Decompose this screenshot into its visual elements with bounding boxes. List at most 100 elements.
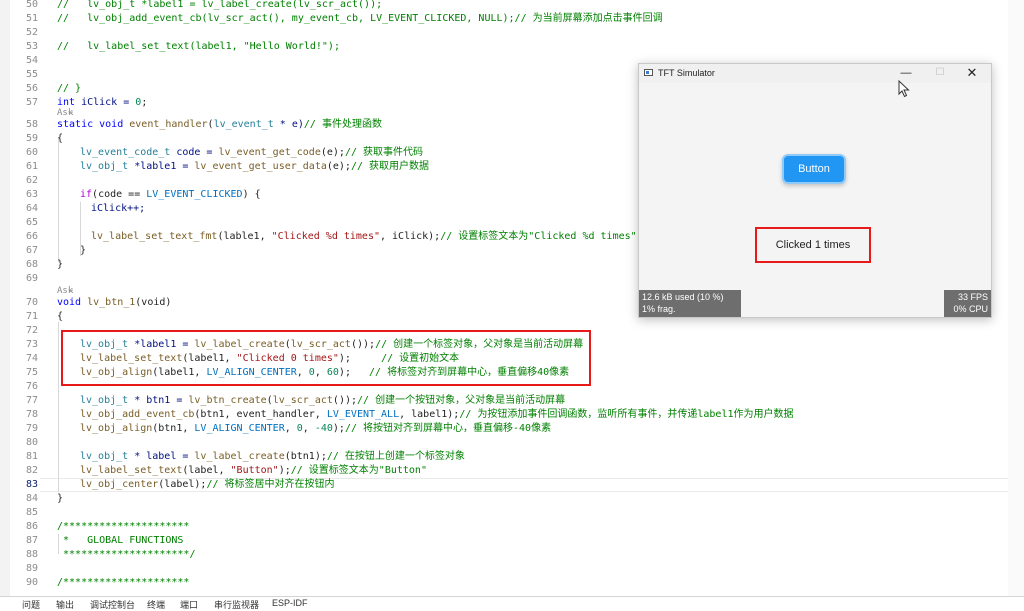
code-line[interactable]: 82 lv_label_set_text(label, "Button");// … bbox=[0, 464, 1024, 478]
line-number: 80 bbox=[25, 437, 38, 448]
code-line[interactable]: 78 lv_obj_add_event_cb(btn1, event_handle… bbox=[0, 408, 1024, 422]
code-line[interactable]: 88 *********************/ bbox=[0, 548, 1024, 562]
line-code: } bbox=[57, 493, 64, 504]
line-code: lv_event_code_t code = lv_event_get_code… bbox=[80, 147, 423, 158]
line-number: 76 bbox=[25, 381, 38, 392]
code-line[interactable]: 52 bbox=[0, 26, 1024, 40]
line-number: 56 bbox=[25, 83, 38, 94]
tab-serial-monitor[interactable]: 串行监视器 bbox=[214, 598, 259, 611]
code-line[interactable]: 86 /********************* bbox=[0, 520, 1024, 534]
panel-tab-bar: 问题 输出 调试控制台 终端 端口 串行监视器 ESP-IDF bbox=[0, 596, 1024, 611]
line-code: } bbox=[80, 245, 87, 256]
line-number: 82 bbox=[25, 465, 38, 476]
line-number: 66 bbox=[25, 231, 38, 242]
line-code: /********************* bbox=[57, 521, 190, 532]
line-number: 81 bbox=[25, 451, 38, 462]
performance-monitor: 33 FPS 0% CPU bbox=[944, 290, 991, 317]
line-number: 68 bbox=[25, 259, 38, 270]
cpu-value: 0% CPU bbox=[953, 304, 988, 314]
line-code: * GLOBAL FUNCTIONS bbox=[57, 535, 184, 546]
window-title: TFT Simulator bbox=[658, 68, 715, 78]
line-code: lv_obj_t * btn1 = lv_btn_create(lv_scr_a… bbox=[80, 395, 566, 406]
tab-output[interactable]: 输出 bbox=[56, 598, 74, 611]
line-number: 90 bbox=[25, 577, 38, 588]
line-number: 61 bbox=[25, 161, 38, 172]
line-code: lv_obj_align(btn1, LV_ALIGN_CENTER, 0, -… bbox=[80, 423, 552, 434]
line-number: 83 bbox=[25, 479, 38, 490]
line-code: { bbox=[57, 311, 64, 322]
line-number: 59 bbox=[25, 133, 38, 144]
line-code: lv_obj_t * label = lv_label_create(btn1)… bbox=[80, 451, 465, 462]
tft-simulator-window[interactable]: TFT Simulator — ☐ ✕ Button Clicked 1 tim… bbox=[638, 63, 992, 318]
code-line[interactable]: 81 lv_obj_t * label = lv_label_create(btn… bbox=[0, 450, 1024, 464]
code-line[interactable]: 80 bbox=[0, 436, 1024, 450]
editor-scrollbar[interactable] bbox=[1008, 0, 1024, 596]
line-number: 54 bbox=[25, 55, 38, 66]
close-button[interactable]: ✕ bbox=[957, 64, 987, 83]
line-code: // lv_obj_t *label1 = lv_label_create(lv… bbox=[57, 0, 383, 10]
line-number: 52 bbox=[25, 27, 38, 38]
code-line[interactable]: 53 // lv_label_set_text(label1, "Hello Wo… bbox=[0, 40, 1024, 54]
code-line[interactable]: 90 /********************* bbox=[0, 576, 1024, 590]
simulator-titlebar[interactable]: TFT Simulator — ☐ ✕ bbox=[639, 64, 991, 83]
line-number: 71 bbox=[25, 311, 38, 322]
line-code: /********************* bbox=[57, 577, 190, 588]
line-code: lv_obj_center(label);// 将标签居中对齐在按钮内 bbox=[80, 479, 335, 490]
line-code: iClick++; bbox=[91, 203, 146, 214]
line-code: lv_obj_add_event_cb(btn1, event_handler,… bbox=[80, 409, 794, 420]
line-number: 65 bbox=[25, 217, 38, 228]
line-number: 60 bbox=[25, 147, 38, 158]
tab-ports[interactable]: 端口 bbox=[180, 598, 198, 611]
line-number: 53 bbox=[25, 41, 38, 52]
fps-value: 33 FPS bbox=[957, 292, 988, 302]
line-number: 85 bbox=[25, 507, 38, 518]
line-number: 74 bbox=[25, 353, 38, 364]
maximize-button[interactable]: ☐ bbox=[925, 64, 955, 83]
line-number: 87 bbox=[25, 535, 38, 546]
code-line[interactable]: 84} bbox=[0, 492, 1024, 506]
line-number: 72 bbox=[25, 325, 38, 336]
line-code: static void event_handler(lv_event_t * e… bbox=[57, 119, 382, 130]
code-line[interactable]: 89 bbox=[0, 562, 1024, 576]
tab-problems[interactable]: 问题 bbox=[22, 598, 40, 611]
code-line[interactable]: 87 * GLOBAL FUNCTIONS bbox=[0, 534, 1024, 548]
code-line[interactable]: 77 lv_obj_t * btn1 = lv_btn_create(lv_scr… bbox=[0, 394, 1024, 408]
tab-terminal[interactable]: 终端 bbox=[147, 598, 165, 611]
line-number: 88 bbox=[25, 549, 38, 560]
line-number: 63 bbox=[25, 189, 38, 200]
line-code: } bbox=[57, 259, 64, 270]
line-code: *********************/ bbox=[57, 549, 196, 560]
line-number: 51 bbox=[25, 13, 38, 24]
code-line[interactable]: 51 // lv_obj_add_event_cb(lv_scr_act(), m… bbox=[0, 12, 1024, 26]
chevron-down-icon[interactable]: ⌵ bbox=[68, 105, 73, 119]
line-number: 62 bbox=[25, 175, 38, 186]
code-line-current[interactable]: 83 lv_obj_center(label);// 将标签居中对齐在按钮内 bbox=[0, 478, 1024, 492]
line-number: 58 bbox=[25, 119, 38, 130]
line-number: 79 bbox=[25, 423, 38, 434]
line-number: 86 bbox=[25, 521, 38, 532]
tab-debug-console[interactable]: 调试控制台 bbox=[90, 598, 135, 611]
line-code: // lv_label_set_text(label1, "Hello Worl… bbox=[57, 41, 340, 52]
line-number: 70 bbox=[25, 297, 38, 308]
line-code: // lv_obj_add_event_cb(lv_scr_act(), my_… bbox=[57, 13, 663, 24]
line-number: 64 bbox=[25, 203, 38, 214]
memory-frag: 1% frag. bbox=[642, 304, 676, 314]
line-number: 89 bbox=[25, 563, 38, 574]
memory-used: 12.6 kB used (10 %) bbox=[642, 292, 724, 302]
line-code: { bbox=[57, 133, 64, 144]
lvgl-button[interactable]: Button bbox=[782, 154, 846, 184]
mouse-pointer-icon bbox=[898, 80, 910, 98]
chevron-down-icon[interactable]: ⌵ bbox=[68, 283, 73, 297]
line-number: 73 bbox=[25, 339, 38, 350]
line-number: 75 bbox=[25, 367, 38, 378]
code-line[interactable]: 85 bbox=[0, 506, 1024, 520]
line-code: lv_label_set_text(label, "Button");// 设置… bbox=[80, 465, 427, 476]
line-number: 84 bbox=[25, 493, 38, 504]
line-code: void lv_btn_1(void) bbox=[57, 297, 172, 308]
line-code: lv_label_set_text_fmt(lable1, "Clicked %… bbox=[91, 231, 637, 242]
line-number: 55 bbox=[25, 69, 38, 80]
code-line[interactable]: 79 lv_obj_align(btn1, LV_ALIGN_CENTER, 0,… bbox=[0, 422, 1024, 436]
code-line[interactable]: 50 // lv_obj_t *label1 = lv_label_create(… bbox=[0, 0, 1024, 12]
window-icon bbox=[644, 69, 653, 76]
line-code: // } bbox=[57, 83, 82, 94]
